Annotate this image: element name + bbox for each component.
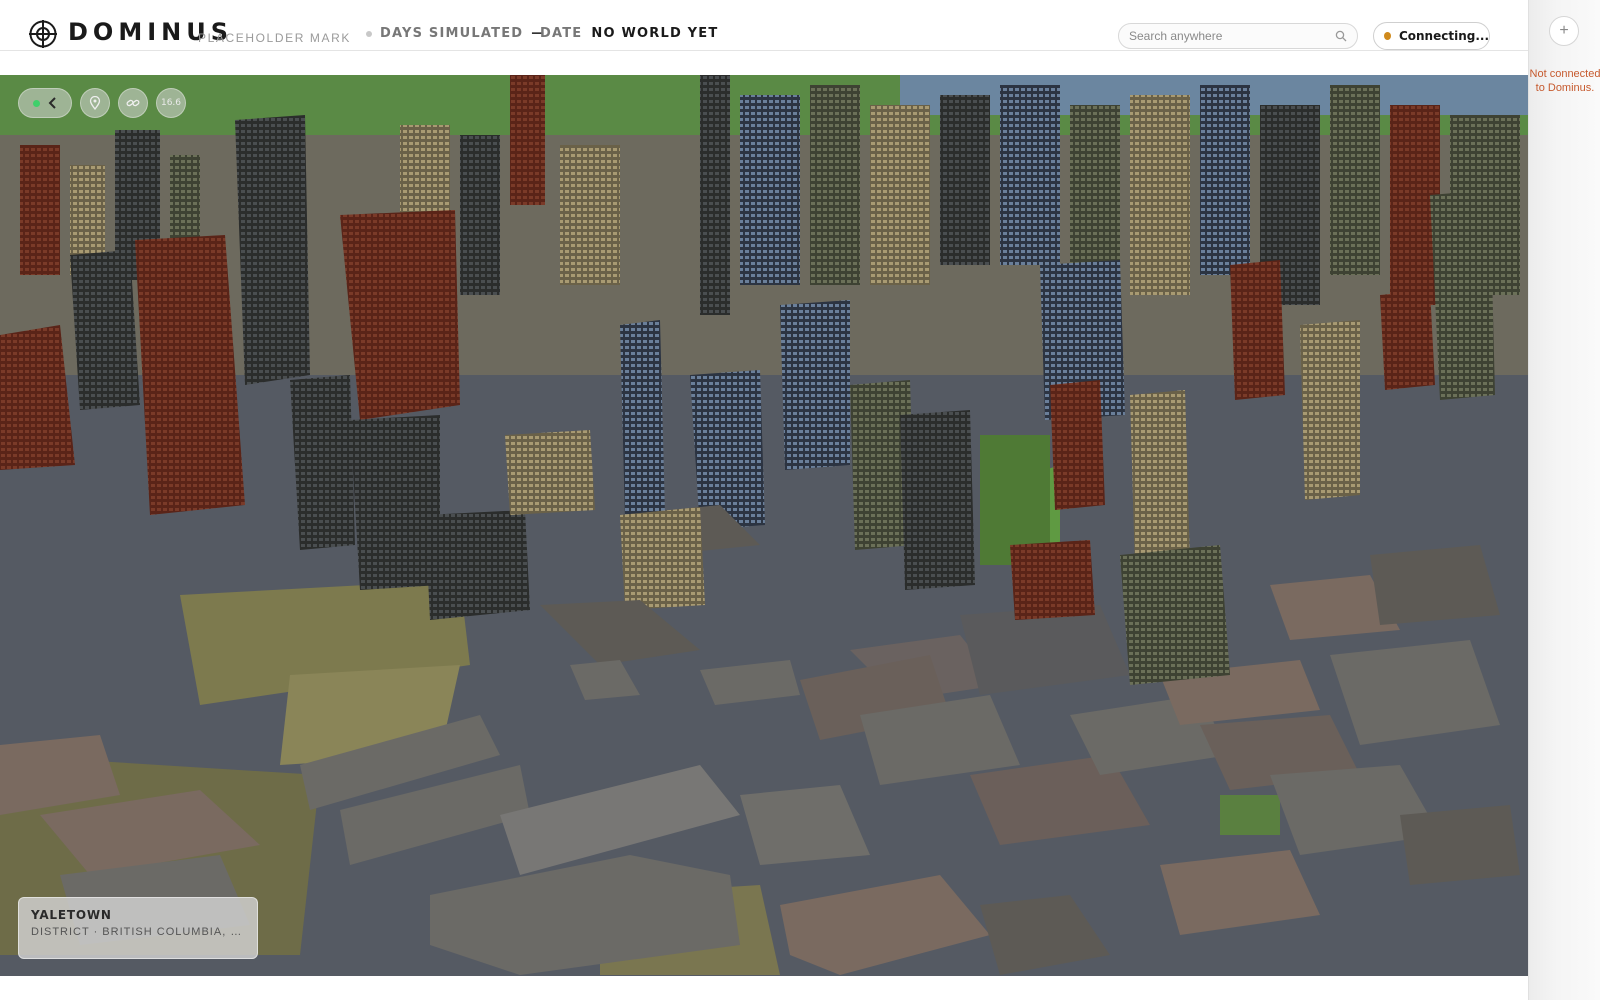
city-3d-viewport[interactable] <box>0 75 1528 976</box>
right-rail: + Not connected to Dominus. <box>1528 0 1600 1000</box>
search-icon[interactable] <box>1335 30 1347 42</box>
zoom-level-value: 16.6 <box>160 98 182 108</box>
days-simulated: DAYS SIMULATED — <box>366 26 544 41</box>
back-button[interactable] <box>18 88 72 118</box>
world-date: DATE NO WORLD YET <box>540 26 718 41</box>
location-card[interactable]: YALETOWN DISTRICT · BRITISH COLUMBIA, CA… <box>18 897 258 959</box>
search-input[interactable] <box>1129 29 1335 43</box>
connection-error-text: Not connected to Dominus. <box>1529 68 1600 94</box>
logo-mark-icon <box>29 20 57 48</box>
link-button[interactable] <box>118 88 148 118</box>
add-button[interactable]: + <box>1549 16 1579 46</box>
city-render <box>0 75 1528 976</box>
pin-button[interactable] <box>80 88 110 118</box>
link-icon <box>126 99 140 107</box>
zoom-level-button[interactable]: 16.6 <box>156 88 186 118</box>
days-status-dot <box>366 30 372 37</box>
connection-status-label: Connecting... <box>1398 29 1489 43</box>
date-value: NO WORLD YET <box>591 26 719 41</box>
brand-subtitle: PLACEHOLDER MARK <box>198 31 351 45</box>
location-name: YALETOWN <box>31 908 112 922</box>
viewport-toolbar: 16.6 <box>18 88 186 118</box>
date-label: DATE <box>540 26 583 41</box>
pin-icon <box>89 96 101 110</box>
top-bar: DOMINUS PLACEHOLDER MARK DAYS SIMULATED … <box>0 0 1528 51</box>
location-subtitle: DISTRICT · BRITISH COLUMBIA, CA... <box>31 926 245 938</box>
connection-status-dot <box>1384 32 1391 40</box>
live-indicator-dot <box>32 99 40 107</box>
search-box[interactable] <box>1118 23 1358 49</box>
days-simulated-label: DAYS SIMULATED <box>380 26 524 41</box>
connection-status-button[interactable]: Connecting... <box>1373 22 1490 50</box>
chevron-left-icon <box>48 97 56 109</box>
